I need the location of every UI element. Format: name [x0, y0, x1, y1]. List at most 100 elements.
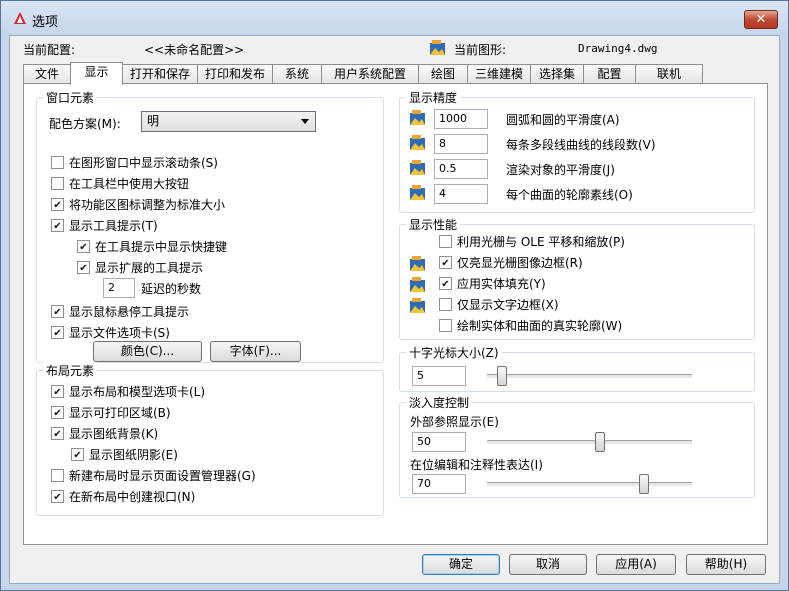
- xref-fade-input[interactable]: 50: [412, 432, 466, 452]
- rollover-tooltips-label: 显示鼠标悬停工具提示: [69, 305, 190, 319]
- paper-shadow-checkbox[interactable]: [71, 448, 84, 461]
- profile-row: 当前配置: <<未命名配置>> 当前图形: Drawing4.dwg: [10, 36, 781, 60]
- ribbon-icons-label: 将功能区图标调整为标准大小: [69, 198, 226, 212]
- drawing-saved-icon: [410, 256, 425, 271]
- crosshair-slider-thumb[interactable]: [496, 366, 507, 386]
- tab-online[interactable]: 联机: [635, 64, 703, 84]
- render-smoothness-label: 渲染对象的平滑度(J): [506, 163, 615, 177]
- tab-plot-publish[interactable]: 打印和发布: [197, 64, 273, 84]
- large-buttons-label: 在工具栏中使用大按钮: [69, 177, 190, 191]
- tooltip-delay-label: 延迟的秒数: [141, 282, 202, 296]
- file-tabs-checkbox[interactable]: [51, 326, 64, 339]
- create-viewport-checkbox[interactable]: [51, 490, 64, 503]
- help-button[interactable]: 帮助(H): [686, 554, 766, 575]
- inplace-fade-input[interactable]: 70: [412, 474, 466, 494]
- inplace-fade-slider-thumb[interactable]: [638, 474, 649, 494]
- close-button[interactable]: ✕: [744, 10, 778, 29]
- tab-open-save[interactable]: 打开和保存: [122, 64, 198, 84]
- raster-frame-label: 仅亮显光栅图像边框(R): [457, 256, 583, 270]
- ribbon-icons-checkbox[interactable]: [51, 198, 64, 211]
- layout-model-tabs-checkbox[interactable]: [51, 385, 64, 398]
- tab-3d-modeling[interactable]: 三维建模: [467, 64, 531, 84]
- drawing-file-icon: [430, 40, 445, 55]
- drawing-saved-icon: [410, 110, 425, 125]
- tab-files[interactable]: 文件: [23, 64, 71, 84]
- show-scrollbars-label: 在图形窗口中显示滚动条(S): [69, 156, 218, 170]
- tooltip-shortcuts-label: 在工具提示中显示快捷键: [95, 240, 228, 254]
- arc-smoothness-input[interactable]: 1000: [434, 109, 488, 129]
- show-scrollbars-checkbox[interactable]: [51, 156, 64, 169]
- polyline-segments-label: 每条多段线曲线的线段数(V): [506, 138, 656, 152]
- xref-fade-slider-thumb[interactable]: [595, 432, 606, 452]
- printable-area-checkbox[interactable]: [51, 406, 64, 419]
- paper-background-checkbox[interactable]: [51, 427, 64, 440]
- text-frame-checkbox[interactable]: [439, 298, 452, 311]
- fonts-button[interactable]: 字体(F)...: [210, 341, 301, 362]
- extended-tooltips-checkbox[interactable]: [77, 261, 90, 274]
- drawing-saved-icon: [410, 185, 425, 200]
- fade-control-group: 淡入度控制 外部参照显示(E) 50 在位编辑和注释性表达(I) 70: [399, 394, 755, 498]
- title-bar: 选项 ✕: [1, 1, 788, 35]
- cancel-button[interactable]: 取消: [509, 554, 587, 575]
- inplace-fade-slider-track[interactable]: [487, 482, 692, 486]
- render-smoothness-input[interactable]: 0.5: [434, 159, 488, 179]
- solid-fill-checkbox[interactable]: [439, 277, 452, 290]
- crosshair-size-title: 十字光标大小(Z): [406, 344, 502, 361]
- tab-user-preferences[interactable]: 用户系统配置: [321, 64, 419, 84]
- display-performance-title: 显示性能: [406, 216, 461, 233]
- colors-button[interactable]: 颜色(C)...: [93, 341, 202, 362]
- display-performance-group: 显示性能 利用光栅与 OLE 平移和缩放(P) 仅亮显光栅图像边框(R) 应用实…: [399, 216, 755, 340]
- show-tooltips-checkbox[interactable]: [51, 219, 64, 232]
- autocad-logo-icon: [14, 12, 26, 24]
- color-scheme-value: 明: [147, 114, 160, 128]
- paper-background-label: 显示图纸背景(K): [69, 427, 159, 441]
- tab-drafting[interactable]: 绘图: [418, 64, 468, 84]
- tab-display[interactable]: 显示: [70, 62, 123, 85]
- display-resolution-group: 显示精度 1000 圆弧和圆的平滑度(A) 8 每条多段线曲线的线段数(V) 0…: [399, 89, 755, 213]
- tooltip-delay-input[interactable]: 2: [103, 278, 135, 298]
- large-buttons-checkbox[interactable]: [51, 177, 64, 190]
- arc-smoothness-label: 圆弧和圆的平滑度(A): [506, 113, 620, 127]
- text-frame-label: 仅显示文字边框(X): [457, 298, 559, 312]
- options-dialog: 选项 ✕ 当前配置: <<未命名配置>> 当前图形: Drawing4.dwg …: [0, 0, 789, 591]
- color-scheme-label: 配色方案(M):: [49, 117, 121, 131]
- raster-frame-checkbox[interactable]: [439, 256, 452, 269]
- raster-ole-checkbox[interactable]: [439, 235, 452, 248]
- drawing-saved-icon: [410, 160, 425, 175]
- fade-control-title: 淡入度控制: [406, 394, 473, 411]
- drawing-saved-icon: [410, 298, 425, 313]
- printable-area-label: 显示可打印区域(B): [69, 406, 171, 420]
- layout-model-tabs-label: 显示布局和模型选项卡(L): [69, 385, 206, 399]
- file-tabs-label: 显示文件选项卡(S): [69, 326, 170, 340]
- crosshair-size-input[interactable]: 5: [412, 366, 466, 386]
- apply-button[interactable]: 应用(A): [596, 554, 676, 575]
- xref-fade-slider-track[interactable]: [487, 440, 692, 444]
- color-scheme-dropdown[interactable]: 明: [141, 111, 316, 132]
- contour-lines-label: 每个曲面的轮廓素线(O): [506, 188, 633, 202]
- create-viewport-label: 在新布局中创建视口(N): [69, 490, 196, 504]
- tab-system[interactable]: 系统: [272, 64, 322, 84]
- drawing-saved-icon: [410, 135, 425, 150]
- crosshair-slider-track[interactable]: [487, 374, 692, 378]
- true-silhouettes-label: 绘制实体和曲面的真实轮廓(W): [457, 319, 623, 333]
- tab-strip: 文件 显示 打开和保存 打印和发布 系统 用户系统配置 绘图 三维建模 选择集 …: [23, 62, 703, 85]
- true-silhouettes-checkbox[interactable]: [439, 319, 452, 332]
- inplace-fade-label: 在位编辑和注释性表达(I): [410, 458, 543, 472]
- chevron-down-icon: [301, 119, 309, 124]
- polyline-segments-input[interactable]: 8: [434, 134, 488, 154]
- profile-label: 当前配置:: [23, 43, 76, 57]
- drawing-value: Drawing4.dwg: [578, 42, 658, 55]
- tab-selection[interactable]: 选择集: [530, 64, 584, 84]
- ok-button[interactable]: 确定: [422, 554, 500, 575]
- layout-elements-title: 布局元素: [43, 362, 98, 379]
- window-title: 选项: [32, 15, 59, 30]
- page-setup-manager-label: 新建布局时显示页面设置管理器(G): [69, 469, 256, 483]
- page-setup-manager-checkbox[interactable]: [51, 469, 64, 482]
- tab-profiles[interactable]: 配置: [583, 64, 636, 84]
- show-tooltips-label: 显示工具提示(T): [69, 219, 158, 233]
- profile-value: <<未命名配置>>: [144, 43, 245, 57]
- display-tab-panel: 窗口元素 配色方案(M): 明 在图形窗口中显示滚动条(S) 在工具栏中使用大按…: [23, 83, 768, 545]
- tooltip-shortcuts-checkbox[interactable]: [77, 240, 90, 253]
- contour-lines-input[interactable]: 4: [434, 184, 488, 204]
- rollover-tooltips-checkbox[interactable]: [51, 305, 64, 318]
